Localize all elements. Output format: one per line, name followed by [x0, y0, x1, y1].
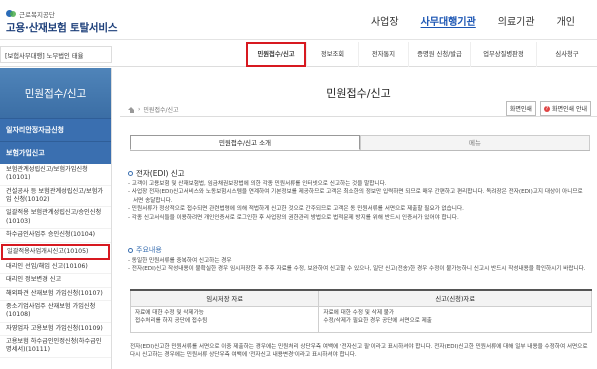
gnb-agency[interactable]: 사무대행기관	[421, 13, 476, 28]
logo-part2: 산재보험 토탈서비스	[28, 22, 118, 34]
section-bullet-icon	[128, 247, 133, 253]
logo-sub-text: 근로복지공단	[19, 11, 55, 19]
main-content: 민원접수/신고 › 민원접수/신고 화면인쇄 ? 화면인쇄 안내 민원접수/신고…	[120, 68, 597, 369]
notes-section-title: 주요내용	[128, 245, 162, 255]
service-select[interactable]: [보험사무대행] 노무법인 태율	[0, 46, 112, 63]
title-divider	[120, 116, 597, 117]
print-help-button[interactable]: ? 화면인쇄 안내	[539, 101, 591, 116]
gnb-personal[interactable]: 개인	[557, 13, 575, 28]
footnote: 전자(EDI)신고한 민원서류를 서면으로 이중 제출하는 경우에는 민원처리 …	[130, 344, 588, 359]
section-bullet-icon	[128, 171, 133, 176]
sidebar-item[interactable]: 대리인 정보변경 신고	[0, 274, 111, 288]
sidebar-item-active[interactable]: 일괄적용사업개시신고(10105)	[1, 243, 110, 260]
notes-para: 전자(EDI)신고 작성내용이 불확실한 경우 임시저장한 후 추후 자료를 수…	[128, 265, 588, 273]
table-header-submitted: 신고(신청)자료	[318, 289, 592, 307]
gnb-medical[interactable]: 의료기관	[498, 13, 535, 28]
logo-part1: 고용	[6, 22, 25, 34]
breadcrumb-sep: ›	[138, 106, 141, 113]
subtab-disease[interactable]: 업무상질병판정	[470, 42, 536, 67]
edi-para: 고객이 고용보험 및 산재보험법, 임금채권보장법에 의한 각종 민원서류를 인…	[128, 180, 588, 188]
sub-tabs: 민원접수/신고 정보조회 전자통지 증명원 신청/발급 업무상질병판정 심사청구	[246, 42, 597, 67]
sidebar-group-insurance[interactable]: 보험가입신고	[0, 141, 111, 164]
edi-para: 민원서류가 정상적으로 접수되면 관련법령에 의해 적법하게 신고한 것으로 간…	[128, 205, 588, 213]
print-button[interactable]: 화면인쇄	[505, 101, 536, 116]
sidebar-item[interactable]: 건설공사 등 보험관계성립신고/보험가입 신청(10102)	[0, 186, 111, 208]
subtab-certificate[interactable]: 증명원 신청/발급	[408, 42, 470, 67]
comwel-logo-icon	[6, 10, 16, 18]
logo-title: 고용·산재보험 토탈서비스	[6, 20, 118, 35]
sidebar-item[interactable]: 하수급인사업주 승인신청(10104)	[0, 229, 111, 243]
notes-paragraphs: 동일한 민원서류를 중복하여 신고하는 경우 전자(EDI)신고 작성내용이 불…	[128, 257, 588, 274]
table-cell-temp: 자료에 대한 수정 및 삭제가능 접수처리를 하지 공단에 접수됨	[129, 305, 320, 333]
edi-section-title: 전자(EDI) 신고	[128, 168, 185, 179]
subtab-notice[interactable]: 전자통지	[358, 42, 408, 67]
page-tools: 화면인쇄 ? 화면인쇄 안내	[505, 101, 591, 116]
tab-menu[interactable]: 메뉴	[360, 135, 590, 150]
print-help-label: 화면인쇄 안내	[551, 106, 587, 113]
home-icon[interactable]	[128, 106, 135, 113]
sidebar-item[interactable]: 보험관계성립신고/보험가입신청(10101)	[0, 164, 111, 186]
sidebar-item[interactable]: 자영업자 고용보험 가입신청(10109)	[0, 323, 111, 337]
save-vs-submit-table: 임시저장 자료 신고(신청)자료 자료에 대한 수정 및 삭제가능 접수처리를 …	[129, 289, 592, 333]
subtab-review[interactable]: 심사청구	[536, 42, 597, 67]
gnb-workplace[interactable]: 사업장	[371, 13, 399, 28]
table-header-temp: 임시저장 자료	[129, 289, 320, 307]
left-sidebar: 민원접수/신고 일자리안정자금신청 보험가입신고 보험관계성립신고/보험가입신청…	[0, 68, 112, 369]
table-cell-submitted: 자료에 대한 수정 및 삭제 불가 수정/삭제가 필요한 경우 공단에 서면으로…	[318, 305, 592, 333]
logo-subtitle: 근로복지공단	[6, 9, 117, 19]
notes-para: 동일한 민원서류를 중복하여 신고하는 경우	[128, 257, 588, 265]
help-icon: ?	[543, 105, 550, 112]
sub-nav-bar: [보험사무대행] 노무법인 태율 민원접수/신고 정보조회 전자통지 증명원 신…	[0, 42, 597, 67]
edi-title-text: 전자(EDI) 신고	[136, 169, 185, 178]
sidebar-item[interactable]: 해외파견 산재보험 가입신청(10107)	[0, 288, 111, 301]
content-tabs: 민원접수/신고 소개 메뉴	[130, 135, 590, 151]
global-nav: 사업장 사무대행기관 의료기관 개인	[371, 13, 597, 28]
notes-title-text: 주요내용	[136, 246, 162, 254]
sidebar-item[interactable]: 중소기업사업주 산재보험 가입신청(10108)	[0, 301, 111, 323]
table-row: 자료에 대한 수정 및 삭제가능 접수처리를 하지 공단에 접수됨 자료에 대한…	[129, 305, 592, 333]
breadcrumb: › 민원접수/신고	[128, 105, 179, 114]
sidebar-title: 민원접수/신고	[0, 68, 111, 118]
top-header: 근로복지공단 고용·산재보험 토탈서비스 사업장 사무대행기관 의료기관 개인	[0, 0, 597, 40]
edi-para: 사업장 전자(EDI)신고서비스와 노동보험시스템을 연계하여 기본정보를 제공…	[128, 188, 588, 205]
subtab-info[interactable]: 정보조회	[306, 42, 358, 67]
page-title: 민원접수/신고	[326, 87, 391, 100]
tab-intro[interactable]: 민원접수/신고 소개	[130, 135, 360, 150]
edi-para: 각종 신고서식들을 이용하려면 개인인증서로 로그인한 후 사업장의 권한관리 …	[128, 214, 588, 222]
breadcrumb-current[interactable]: 민원접수/신고	[143, 105, 178, 114]
edi-paragraphs: 고객이 고용보험 및 산재보험법, 임금채권보장법에 의한 각종 민원서류를 인…	[128, 180, 588, 222]
sidebar-item[interactable]: 일괄적용 보험관계성립신고/승인신청(10103)	[0, 207, 111, 230]
subtab-petition[interactable]: 민원접수/신고	[246, 42, 306, 67]
sidebar-item[interactable]: 고용보험 하수급인인정신청(하수급인 명세서)(10111)	[0, 336, 111, 358]
sidebar-group-job-fund[interactable]: 일자리안정자금신청	[0, 118, 111, 141]
site-logo[interactable]: 근로복지공단 고용·산재보험 토탈서비스	[6, 9, 118, 35]
sidebar-item[interactable]: 대리인 선임/해임 신고(10106)	[0, 261, 111, 275]
